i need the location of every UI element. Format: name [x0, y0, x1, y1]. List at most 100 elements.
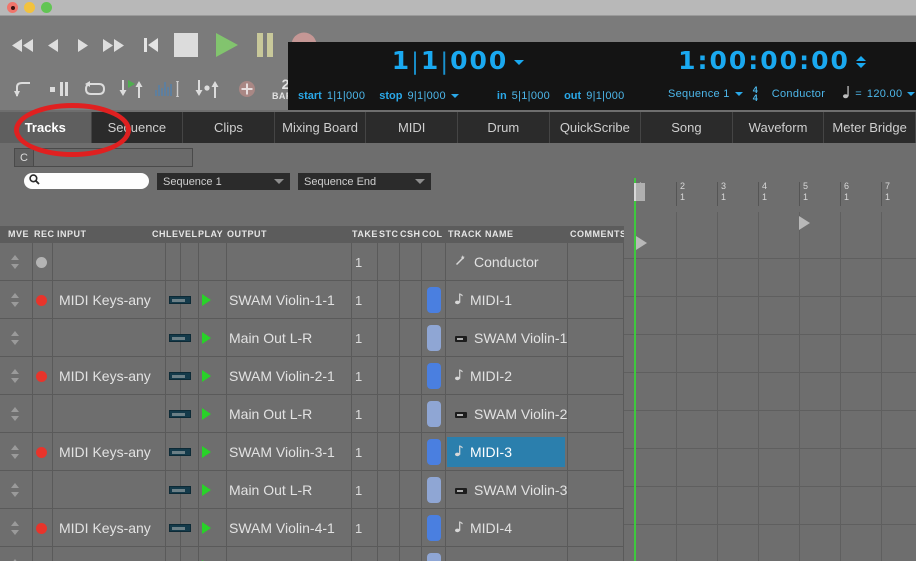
table-row[interactable]: MIDI Keys-any SWAM Violin-4-1 1 MIDI-4: [0, 509, 624, 547]
cell-track-name[interactable]: SWAM Violin-1: [447, 319, 569, 357]
table-row[interactable]: Main Out L-R 1 SWAM Violin-4: [0, 547, 624, 561]
cell-play[interactable]: [202, 243, 224, 281]
loop-icon[interactable]: [80, 74, 110, 104]
cell-take[interactable]: 1: [355, 395, 377, 433]
chunk-name-field[interactable]: [34, 148, 193, 167]
play-enable-icon[interactable]: [202, 294, 211, 306]
field-stop[interactable]: stop 9|1|000: [379, 90, 459, 102]
cell-take[interactable]: 1: [355, 243, 377, 281]
move-handle-icon[interactable]: [11, 293, 20, 307]
cell-col[interactable]: [423, 357, 445, 395]
cell-stc[interactable]: [379, 471, 399, 509]
time-signature[interactable]: 4 4: [753, 86, 758, 103]
cell-track-name[interactable]: SWAM Violin-4: [447, 547, 569, 561]
tempo-field[interactable]: = 120.00: [843, 86, 916, 102]
move-handle-icon[interactable]: [11, 445, 20, 459]
cell-stc[interactable]: [379, 509, 399, 547]
cell-input[interactable]: [59, 395, 165, 433]
tab-meter-bridge[interactable]: Meter Bridge: [824, 112, 916, 143]
step-back-button[interactable]: [38, 30, 68, 60]
cell-level[interactable]: [168, 243, 192, 281]
timeline-ruler[interactable]: 11213141516171: [624, 178, 916, 212]
tab-waveform[interactable]: Waveform: [733, 112, 825, 143]
down-dot-up-icon[interactable]: [192, 74, 222, 104]
cell-mve[interactable]: [11, 395, 31, 433]
timeline-lane[interactable]: [624, 297, 916, 335]
column-header-ch[interactable]: CH: [152, 229, 166, 239]
record-enable-icon[interactable]: [36, 446, 47, 458]
search-input[interactable]: [24, 173, 149, 189]
cell-level[interactable]: [168, 471, 192, 509]
go-to-start-button[interactable]: [136, 30, 166, 60]
cell-input[interactable]: [59, 243, 165, 281]
chevron-down-icon[interactable]: [450, 94, 459, 98]
cell-input[interactable]: MIDI Keys-any: [59, 357, 165, 395]
cell-take[interactable]: 1: [355, 319, 377, 357]
track-color-swatch[interactable]: [427, 287, 441, 313]
column-header-mve[interactable]: MVE: [8, 229, 29, 239]
cell-play[interactable]: [202, 281, 224, 319]
cell-stc[interactable]: [379, 357, 399, 395]
cell-output[interactable]: SWAM Violin-4-1: [229, 509, 351, 547]
timeline-lane[interactable]: [624, 525, 916, 561]
column-header-take[interactable]: TAKE: [352, 229, 378, 239]
cell-take[interactable]: 1: [355, 433, 377, 471]
track-name-cell[interactable]: SWAM Violin-3: [447, 475, 567, 505]
column-header-rec[interactable]: REC: [34, 229, 55, 239]
track-name-cell[interactable]: Conductor: [447, 247, 565, 277]
cell-play[interactable]: [202, 547, 224, 561]
cell-col[interactable]: [423, 433, 445, 471]
cell-play[interactable]: [202, 433, 224, 471]
cell-rec[interactable]: [36, 319, 52, 357]
level-meter-icon[interactable]: [169, 372, 191, 380]
cell-csh[interactable]: [401, 547, 421, 561]
timeline-lanes[interactable]: [624, 212, 916, 561]
level-meter-icon[interactable]: [169, 334, 191, 342]
cell-play[interactable]: [202, 509, 224, 547]
level-meter-icon[interactable]: [169, 448, 191, 456]
timeline-lane[interactable]: [624, 373, 916, 411]
cell-csh[interactable]: [401, 319, 421, 357]
cell-mve[interactable]: [11, 547, 31, 561]
cell-csh[interactable]: [401, 243, 421, 281]
move-handle-icon[interactable]: [11, 369, 20, 383]
sequence-menu[interactable]: Sequence 1: [668, 88, 743, 100]
move-handle-icon[interactable]: [11, 483, 20, 497]
down-up-arrows-icon[interactable]: [116, 74, 146, 104]
play-enable-icon[interactable]: [202, 370, 211, 382]
cell-output[interactable]: SWAM Violin-1-1: [229, 281, 351, 319]
timeline-panel[interactable]: 11213141516171: [624, 178, 916, 561]
cell-stc[interactable]: [379, 243, 399, 281]
close-button[interactable]: [7, 2, 18, 13]
column-header-stc[interactable]: STC: [379, 229, 399, 239]
cell-comments[interactable]: [570, 547, 622, 561]
cell-input[interactable]: [59, 319, 165, 357]
cell-csh[interactable]: [401, 281, 421, 319]
stop-pause-icon[interactable]: [44, 74, 74, 104]
timeline-lane[interactable]: [624, 335, 916, 373]
cell-track-name[interactable]: MIDI-2: [447, 357, 569, 395]
zoom-button[interactable]: [41, 2, 52, 13]
stepper-icon[interactable]: [855, 56, 866, 68]
cell-output[interactable]: [229, 243, 351, 281]
cell-csh[interactable]: [401, 471, 421, 509]
cell-level[interactable]: [168, 547, 192, 561]
range-dropdown[interactable]: Sequence End: [298, 173, 431, 190]
cell-stc[interactable]: [379, 547, 399, 561]
cell-level[interactable]: [168, 509, 192, 547]
column-header-play[interactable]: PLAY: [198, 229, 223, 239]
table-row[interactable]: 1 Conductor: [0, 243, 624, 281]
track-color-swatch[interactable]: [427, 553, 441, 561]
step-forward-button[interactable]: [68, 30, 98, 60]
cell-take[interactable]: 1: [355, 509, 377, 547]
cell-col[interactable]: [423, 281, 445, 319]
timeline-lane[interactable]: [624, 221, 916, 259]
field-start[interactable]: start 1|1|000: [298, 90, 365, 102]
track-name-cell[interactable]: SWAM Violin-2: [447, 399, 567, 429]
cell-comments[interactable]: [570, 509, 622, 547]
cell-rec[interactable]: [36, 471, 52, 509]
play-enable-icon[interactable]: [202, 522, 211, 534]
move-handle-icon[interactable]: [11, 407, 20, 421]
table-row[interactable]: Main Out L-R 1 SWAM Violin-1: [0, 319, 624, 357]
chunk-letter-box[interactable]: C: [14, 148, 34, 167]
